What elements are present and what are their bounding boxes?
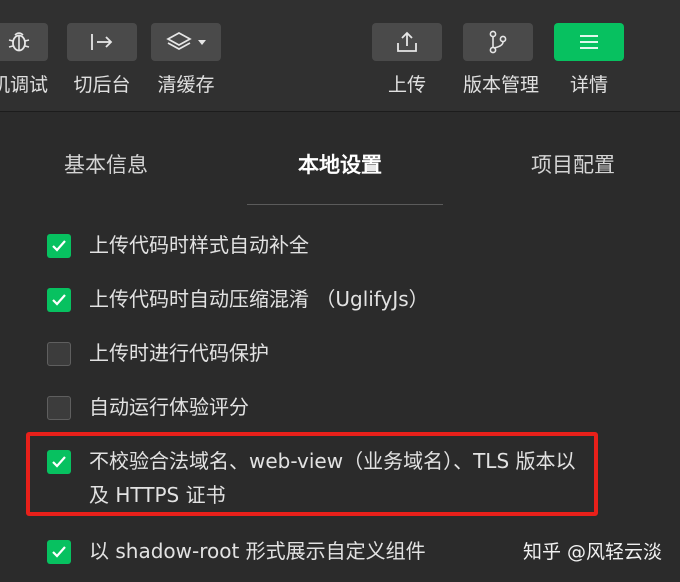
tab-local-settings[interactable]: 本地设置 bbox=[298, 149, 382, 179]
checkbox-unchecked[interactable] bbox=[47, 342, 71, 366]
remote-debug-tool[interactable]: 机调试 bbox=[0, 23, 48, 97]
check-icon bbox=[52, 294, 66, 306]
checkbox-checked[interactable] bbox=[47, 288, 71, 312]
upload-button[interactable] bbox=[372, 23, 442, 61]
settings-window: 机调试 切后台 清缓存 上传 版本管理 详情 基本信息 本地设置 项目配置 上传… bbox=[0, 0, 680, 582]
switch-background-button[interactable] bbox=[67, 23, 137, 61]
upload-label: 上传 bbox=[387, 74, 426, 96]
option-shadow-root[interactable]: 以 shadow-root 形式展示自定义组件 bbox=[47, 538, 426, 568]
settings-panel: 基本信息 本地设置 项目配置 上传代码时样式自动补全 上传代码时自动压缩混淆 （… bbox=[0, 112, 680, 582]
upload-tool[interactable]: 上传 bbox=[372, 23, 442, 97]
version-management-tool[interactable]: 版本管理 bbox=[463, 23, 540, 97]
remote-debug-label: 机调试 bbox=[0, 74, 48, 96]
switch-background-icon bbox=[88, 31, 116, 53]
option-code-protection[interactable]: 上传时进行代码保护 bbox=[47, 340, 269, 370]
version-management-label: 版本管理 bbox=[463, 74, 540, 96]
option-label: 上传代码时自动压缩混淆 （UglifyJs） bbox=[89, 287, 429, 311]
option-auto-audit[interactable]: 自动运行体验评分 bbox=[47, 394, 249, 424]
details-tool[interactable]: 详情 bbox=[554, 23, 624, 97]
checkbox-checked[interactable] bbox=[47, 234, 71, 258]
chevron-down-icon bbox=[198, 39, 206, 45]
active-tab-indicator bbox=[247, 204, 443, 205]
details-button[interactable] bbox=[554, 23, 624, 61]
menu-icon bbox=[578, 32, 600, 52]
check-icon bbox=[52, 240, 66, 252]
checkbox-checked[interactable] bbox=[47, 540, 71, 564]
version-management-button[interactable] bbox=[463, 23, 533, 61]
switch-background-label: 切后台 bbox=[73, 74, 131, 96]
option-label: 自动运行体验评分 bbox=[89, 395, 249, 419]
watermark: 知乎 @风轻云淡 bbox=[522, 541, 662, 563]
option-label: 以 shadow-root 形式展示自定义组件 bbox=[89, 539, 426, 563]
clear-cache-tool[interactable]: 清缓存 bbox=[151, 23, 221, 97]
toolbar: 机调试 切后台 清缓存 上传 版本管理 详情 bbox=[0, 0, 680, 112]
clear-cache-button[interactable] bbox=[151, 23, 221, 61]
tab-basic-info[interactable]: 基本信息 bbox=[64, 149, 148, 179]
check-icon bbox=[52, 546, 66, 558]
option-label: 上传时进行代码保护 bbox=[89, 341, 269, 365]
branch-icon bbox=[486, 29, 510, 55]
layers-icon bbox=[166, 30, 192, 54]
upload-icon bbox=[394, 30, 420, 54]
tab-project-config[interactable]: 项目配置 bbox=[531, 149, 615, 179]
clear-cache-label: 清缓存 bbox=[157, 74, 215, 96]
option-style-autocomplete[interactable]: 上传代码时样式自动补全 bbox=[47, 232, 309, 262]
annotation-highlight-box bbox=[26, 432, 598, 516]
option-minify-uglifyjs[interactable]: 上传代码时自动压缩混淆 （UglifyJs） bbox=[47, 286, 429, 316]
details-label: 详情 bbox=[569, 74, 608, 96]
checkbox-unchecked[interactable] bbox=[47, 396, 71, 420]
remote-debug-button[interactable] bbox=[0, 23, 48, 61]
option-label: 上传代码时样式自动补全 bbox=[89, 233, 309, 257]
switch-background-tool[interactable]: 切后台 bbox=[67, 23, 137, 97]
bug-icon bbox=[6, 29, 32, 55]
